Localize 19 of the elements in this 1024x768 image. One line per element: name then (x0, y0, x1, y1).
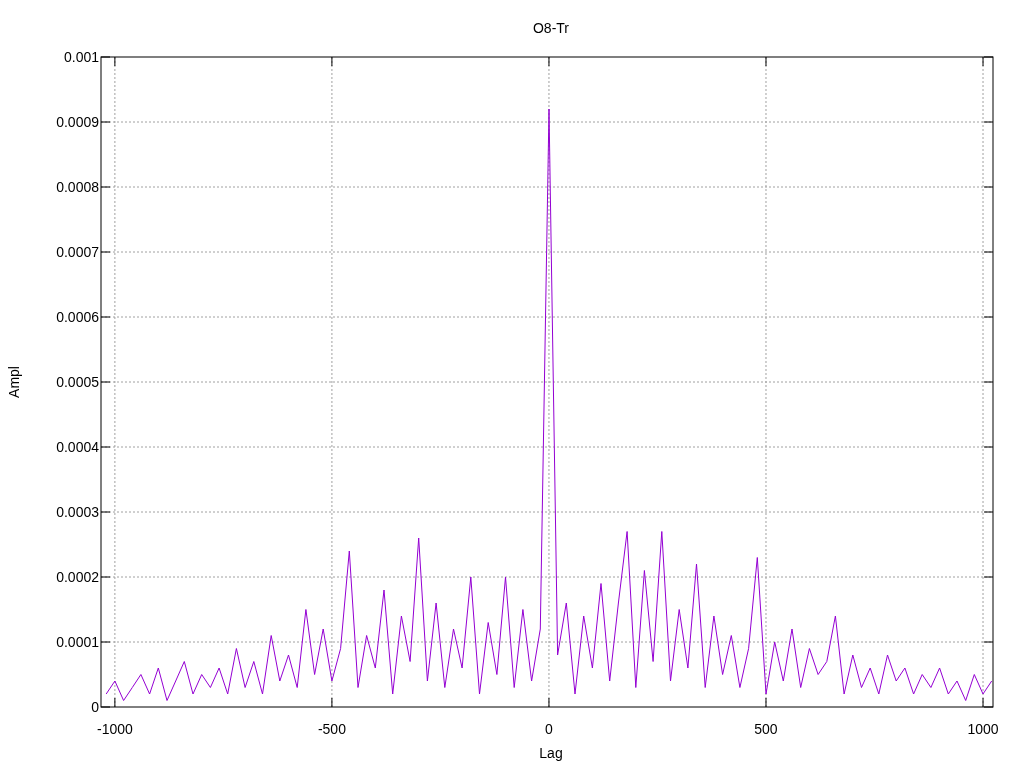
tick-label: 0.0005 (56, 374, 99, 390)
tick-label: 0.001 (63, 49, 99, 65)
tick-label: -500 (317, 721, 346, 737)
tick-label: 0.0006 (56, 309, 99, 325)
tick-label: 500 (754, 721, 778, 737)
chart-title: O8-Tr (533, 20, 569, 36)
tick-label: 0.0003 (56, 504, 99, 520)
tick-label: 0.0007 (56, 244, 99, 260)
tick-label: 0.0008 (56, 179, 99, 195)
tick-label: 0.0004 (56, 439, 99, 455)
tick-label: 0.0002 (56, 569, 99, 585)
tick-label: 0.0009 (56, 114, 99, 130)
tick-label: 0.0001 (56, 634, 99, 650)
tick-label: 1000 (967, 721, 999, 737)
tick-label: 0 (545, 721, 553, 737)
x-axis-label: Lag (539, 745, 563, 761)
tick-label: -1000 (97, 721, 133, 737)
y-axis-label: Ampl (6, 366, 22, 398)
tick-label: 0 (91, 699, 99, 715)
